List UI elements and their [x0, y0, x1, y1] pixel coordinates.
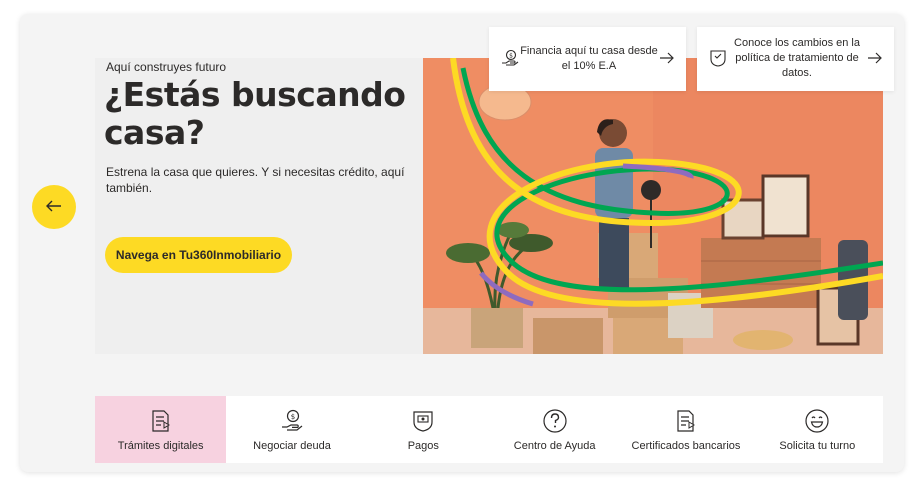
- svg-text:$: $: [509, 53, 513, 60]
- shortcut-label: Centro de Ayuda: [513, 440, 596, 452]
- shortcut-negociar-deuda[interactable]: $ Negociar deuda: [226, 396, 357, 463]
- shield-document-icon: [710, 50, 726, 67]
- promo-financing-card[interactable]: $ Financia aquí tu casa desde el 10% E.A: [489, 27, 686, 91]
- shortcut-tramites-digitales[interactable]: Trámites digitales: [95, 396, 227, 463]
- hero-description: Estrena la casa que quieres. Y si necesi…: [106, 165, 405, 195]
- carousel-prev-button[interactable]: [32, 185, 76, 229]
- document-icon: [677, 410, 695, 432]
- tu360-inmobiliario-button[interactable]: Navega en Tu360Inmobiliario: [105, 237, 292, 273]
- svg-text:$: $: [291, 413, 295, 421]
- hero-headline: ¿Estás buscando casa?: [104, 75, 406, 152]
- hero-image: [423, 58, 883, 354]
- arrow-left-icon: [46, 200, 62, 215]
- shortcut-solicita-tu-turno[interactable]: Solicita tu turno: [752, 396, 883, 463]
- arrow-right-icon: [868, 52, 882, 64]
- promo-data-policy-card[interactable]: Conoce los cambios en la política de tra…: [697, 27, 894, 91]
- shortcut-pagos[interactable]: Pagos: [358, 396, 489, 463]
- smiley-icon: [805, 409, 829, 433]
- shortcut-label: Pagos: [407, 440, 439, 452]
- shortcut-label: Negociar deuda: [253, 440, 331, 452]
- question-circle-icon: [543, 409, 567, 433]
- promo-data-policy-text: Conoce los cambios en la política de tra…: [734, 37, 860, 79]
- arrow-right-icon: [660, 52, 674, 64]
- document-icon: [152, 410, 170, 432]
- shortcut-certificados-bancarios[interactable]: Certificados bancarios: [620, 396, 751, 463]
- promo-financing-text: Financia aquí tu casa desde el 10% E.A: [520, 45, 658, 72]
- hero-eyebrow: Aquí construyes futuro: [106, 60, 227, 74]
- money-hand-icon: $: [502, 49, 519, 66]
- quick-access-bar: Trámites digitales $ Negociar deuda Pago…: [95, 396, 883, 463]
- shortcut-centro-de-ayuda[interactable]: Centro de Ayuda: [489, 396, 620, 463]
- money-hand-icon: $: [281, 409, 303, 431]
- shortcut-label: Solicita tu turno: [779, 440, 856, 452]
- shortcut-label: Certificados bancarios: [631, 440, 741, 452]
- payment-icon: [413, 411, 433, 432]
- hero-illustration: [423, 58, 883, 354]
- shortcut-label: Trámites digitales: [117, 440, 204, 452]
